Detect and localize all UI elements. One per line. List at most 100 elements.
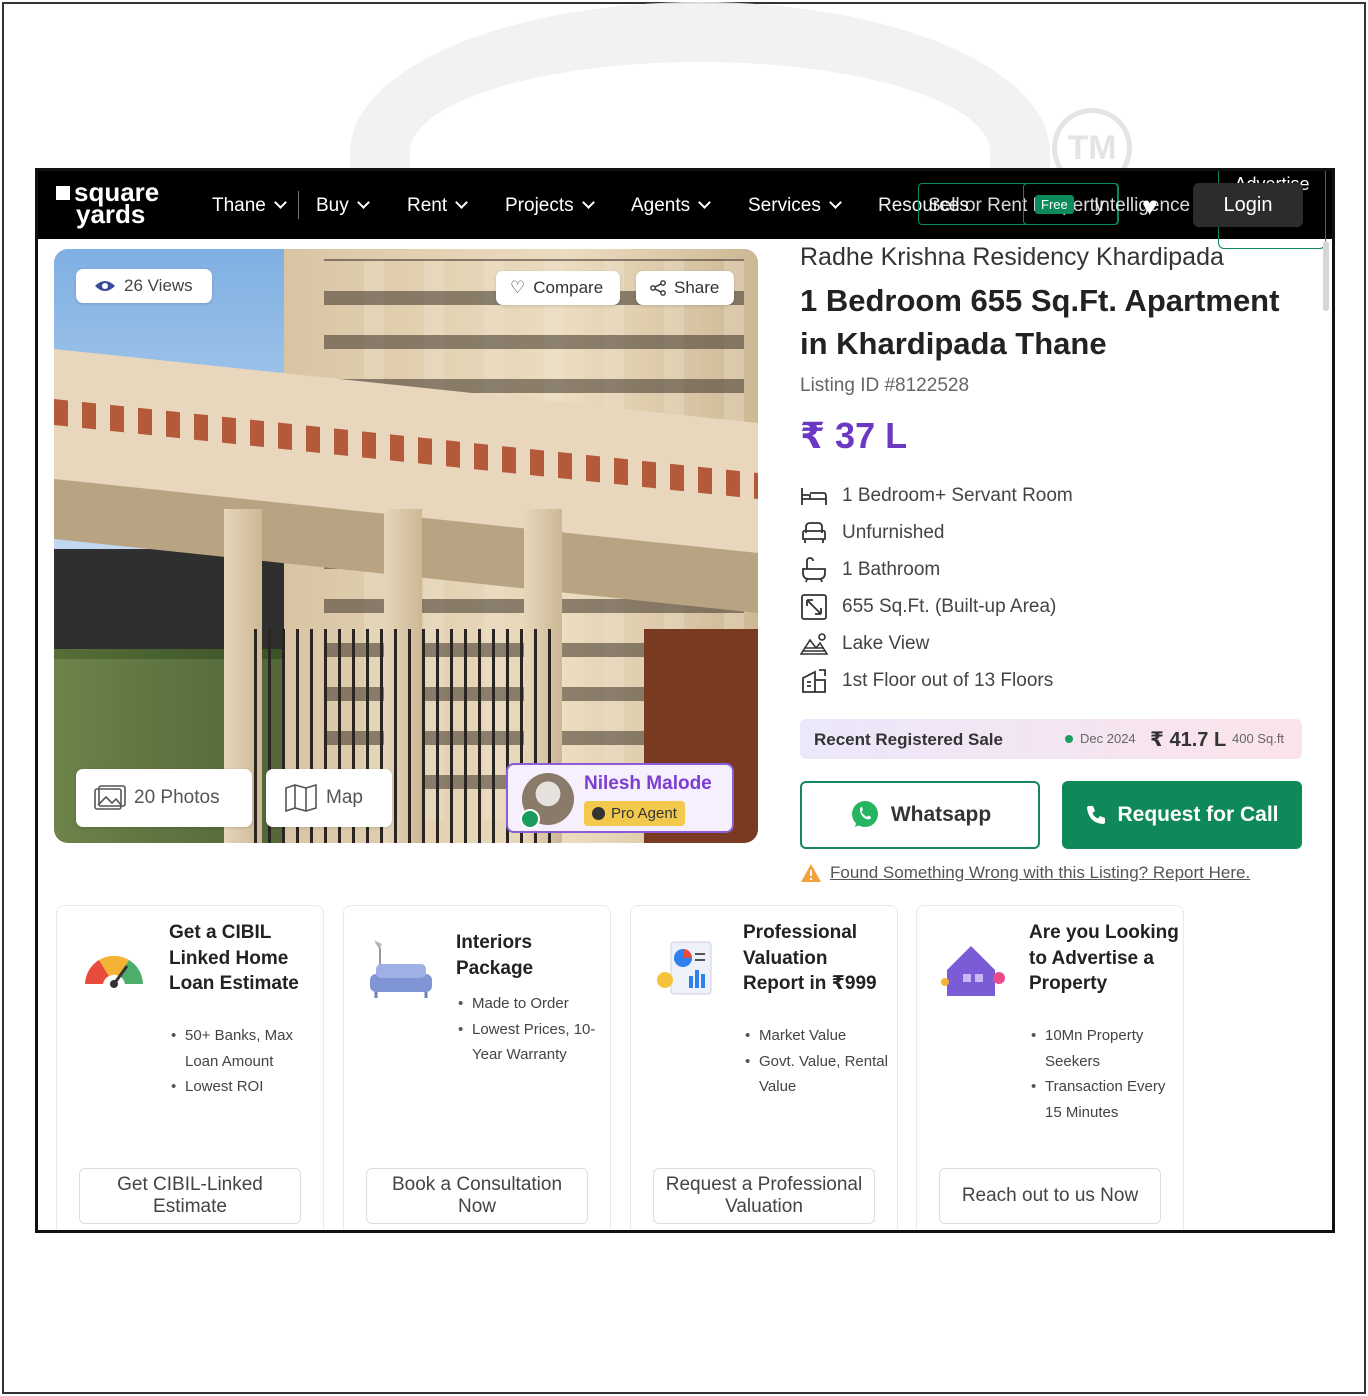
photos-button[interactable]: 20 Photos <box>76 769 252 827</box>
nav-divider <box>298 191 299 219</box>
recent-sale-date: Dec 2024 <box>1080 731 1136 746</box>
pro-agent-badge: Pro Agent <box>584 801 685 826</box>
recent-sale-price: ₹ 41.7 L <box>1150 729 1227 751</box>
gear-badge-icon <box>592 807 605 820</box>
card-bullet: Made to Order <box>456 991 606 1017</box>
card-bullet: Lowest ROI <box>169 1074 319 1100</box>
report-chart-icon <box>657 941 712 995</box>
heart-outline-icon: ♡ <box>510 278 526 297</box>
compare-label: Compare <box>533 278 604 297</box>
area-icon <box>800 593 828 621</box>
views-count: 26 Views <box>124 276 193 295</box>
card-title: Are you Looking to Advertise a Property <box>1029 922 1179 994</box>
listing-title: 1 Bedroom 655 Sq.Ft. Apartment in Khardi… <box>800 283 1280 361</box>
nav-label: Projects <box>505 195 574 216</box>
top-nav: square yards Thane Buy Rent Projects Age… <box>38 171 1332 249</box>
service-card-interiors: Interiors Package Made to Order Lowest P… <box>343 905 611 1230</box>
chevron-down-icon <box>828 196 842 209</box>
cibil-estimate-button[interactable]: Get CIBIL-Linked Estimate <box>79 1168 301 1224</box>
map-label: Map <box>326 787 363 808</box>
card-bullet: Lowest Prices, 10-Year Warranty <box>456 1017 606 1068</box>
whatsapp-label: Whatsapp <box>890 803 992 826</box>
feature-furnishing: Unfurnished <box>800 518 944 548</box>
nav-rent[interactable]: Rent <box>407 195 469 217</box>
chevron-down-icon <box>356 196 370 209</box>
bathtub-icon <box>800 556 828 584</box>
chevron-down-icon <box>455 196 469 209</box>
photos-icon <box>94 785 126 810</box>
report-listing-link[interactable]: Found Something Wrong with this Listing?… <box>800 863 1250 883</box>
service-card-home-loan: Get a CIBIL Linked Home Loan Estimate 50… <box>56 905 324 1230</box>
nav-buy[interactable]: Buy <box>316 195 370 217</box>
whatsapp-icon <box>851 801 878 827</box>
nav-label: Thane <box>212 195 266 216</box>
nav-agents[interactable]: Agents <box>631 195 712 217</box>
gauge-icon <box>85 955 143 988</box>
listing-id: Listing ID #8122528 <box>800 375 970 396</box>
book-consultation-button[interactable]: Book a Consultation Now <box>366 1168 588 1224</box>
share-button[interactable]: Share <box>636 271 734 305</box>
squareyards-logo[interactable]: square yards <box>56 179 176 231</box>
feature-label: 1 Bathroom <box>842 559 941 580</box>
project-name[interactable]: Radhe Krishna Residency Khardipada <box>800 243 1224 272</box>
recent-sale-label: Recent Registered Sale <box>814 730 1003 749</box>
chevron-down-icon <box>581 196 595 209</box>
warning-icon <box>801 864 821 882</box>
feature-bathrooms: 1 Bathroom <box>800 555 940 585</box>
floor-icon <box>800 667 828 695</box>
scrollbar-thumb[interactable] <box>1323 241 1329 311</box>
nav-label: Buy <box>316 195 349 216</box>
feature-view: Lake View <box>800 629 929 659</box>
nav-projects[interactable]: Projects <box>505 195 595 217</box>
recent-sale-banner[interactable]: Recent Registered Sale Dec 2024 ₹ 41.7 L… <box>800 719 1302 759</box>
chevron-down-icon <box>698 196 712 209</box>
map-icon <box>285 784 317 812</box>
service-card-advertise: Are you Looking to Advertise a Property … <box>916 905 1184 1230</box>
card-bullets: Market Value Govt. Value, Rental Value <box>743 1023 893 1100</box>
feature-label: Unfurnished <box>842 522 945 543</box>
map-button[interactable]: Map <box>266 769 392 827</box>
card-bullets: 10Mn Property Seekers Transaction Every … <box>1029 1023 1179 1125</box>
agent-card[interactable]: Nilesh Malode Pro Agent <box>506 763 734 833</box>
service-card-valuation: Professional Valuation Report in ₹999 Ma… <box>630 905 898 1230</box>
card-bullet: Govt. Value, Rental Value <box>743 1049 893 1100</box>
whatsapp-button[interactable]: Whatsapp <box>800 781 1040 849</box>
feature-label: Lake View <box>842 633 930 654</box>
heart-icon[interactable]: ♥ <box>1142 191 1157 222</box>
nav-label: Rent <box>407 195 448 216</box>
request-call-label: Request for Call <box>1117 803 1279 826</box>
card-bullets: 50+ Banks, Max Loan Amount Lowest ROI <box>169 1023 319 1100</box>
sofa-lamp-icon <box>370 940 432 998</box>
feature-label: 655 Sq.Ft. (Built-up Area) <box>842 596 1057 617</box>
reach-out-button[interactable]: Reach out to us Now <box>939 1168 1161 1224</box>
nav-label: Agents <box>631 195 691 216</box>
feature-floor: 1st Floor out of 13 Floors <box>800 666 1053 696</box>
bed-icon <box>800 482 828 510</box>
feature-bedrooms: 1 Bedroom+ Servant Room <box>800 481 1073 511</box>
views-badge: 26 Views <box>76 269 212 303</box>
login-button[interactable]: Login <box>1193 183 1303 227</box>
nav-label: Services <box>748 195 821 216</box>
card-title: Interiors Package <box>456 932 534 979</box>
listing-price: ₹ 37 L <box>800 415 908 456</box>
share-icon <box>650 280 666 296</box>
recent-sale-area: 400 Sq.ft <box>1232 731 1285 746</box>
feature-area: 655 Sq.Ft. (Built-up Area) <box>800 592 1056 622</box>
request-call-button[interactable]: Request for Call <box>1062 781 1302 849</box>
compare-button[interactable]: ♡ Compare <box>496 271 620 305</box>
eye-icon <box>95 281 115 291</box>
nav-city-thane[interactable]: Thane <box>212 195 287 217</box>
view-icon <box>800 630 828 658</box>
status-dot <box>1065 735 1073 743</box>
nav-services[interactable]: Services <box>748 195 842 217</box>
card-bullets: Made to Order Lowest Prices, 10-Year War… <box>456 991 606 1068</box>
card-title: Professional Valuation Report in ₹999 <box>743 922 877 994</box>
free-badge: Free <box>1035 195 1074 214</box>
phone-icon <box>1087 806 1106 824</box>
request-valuation-button[interactable]: Request a Professional Valuation <box>653 1168 875 1224</box>
pro-agent-label: Pro Agent <box>611 805 677 822</box>
browser-screenshot: square yards Thane Buy Rent Projects Age… <box>35 168 1335 1233</box>
property-photo[interactable]: 26 Views ♡ Compare Share 20 Photos Map N… <box>54 249 758 843</box>
report-link-text: Found Something Wrong with this Listing?… <box>830 863 1251 882</box>
agent-name: Nilesh Malode <box>584 773 712 794</box>
